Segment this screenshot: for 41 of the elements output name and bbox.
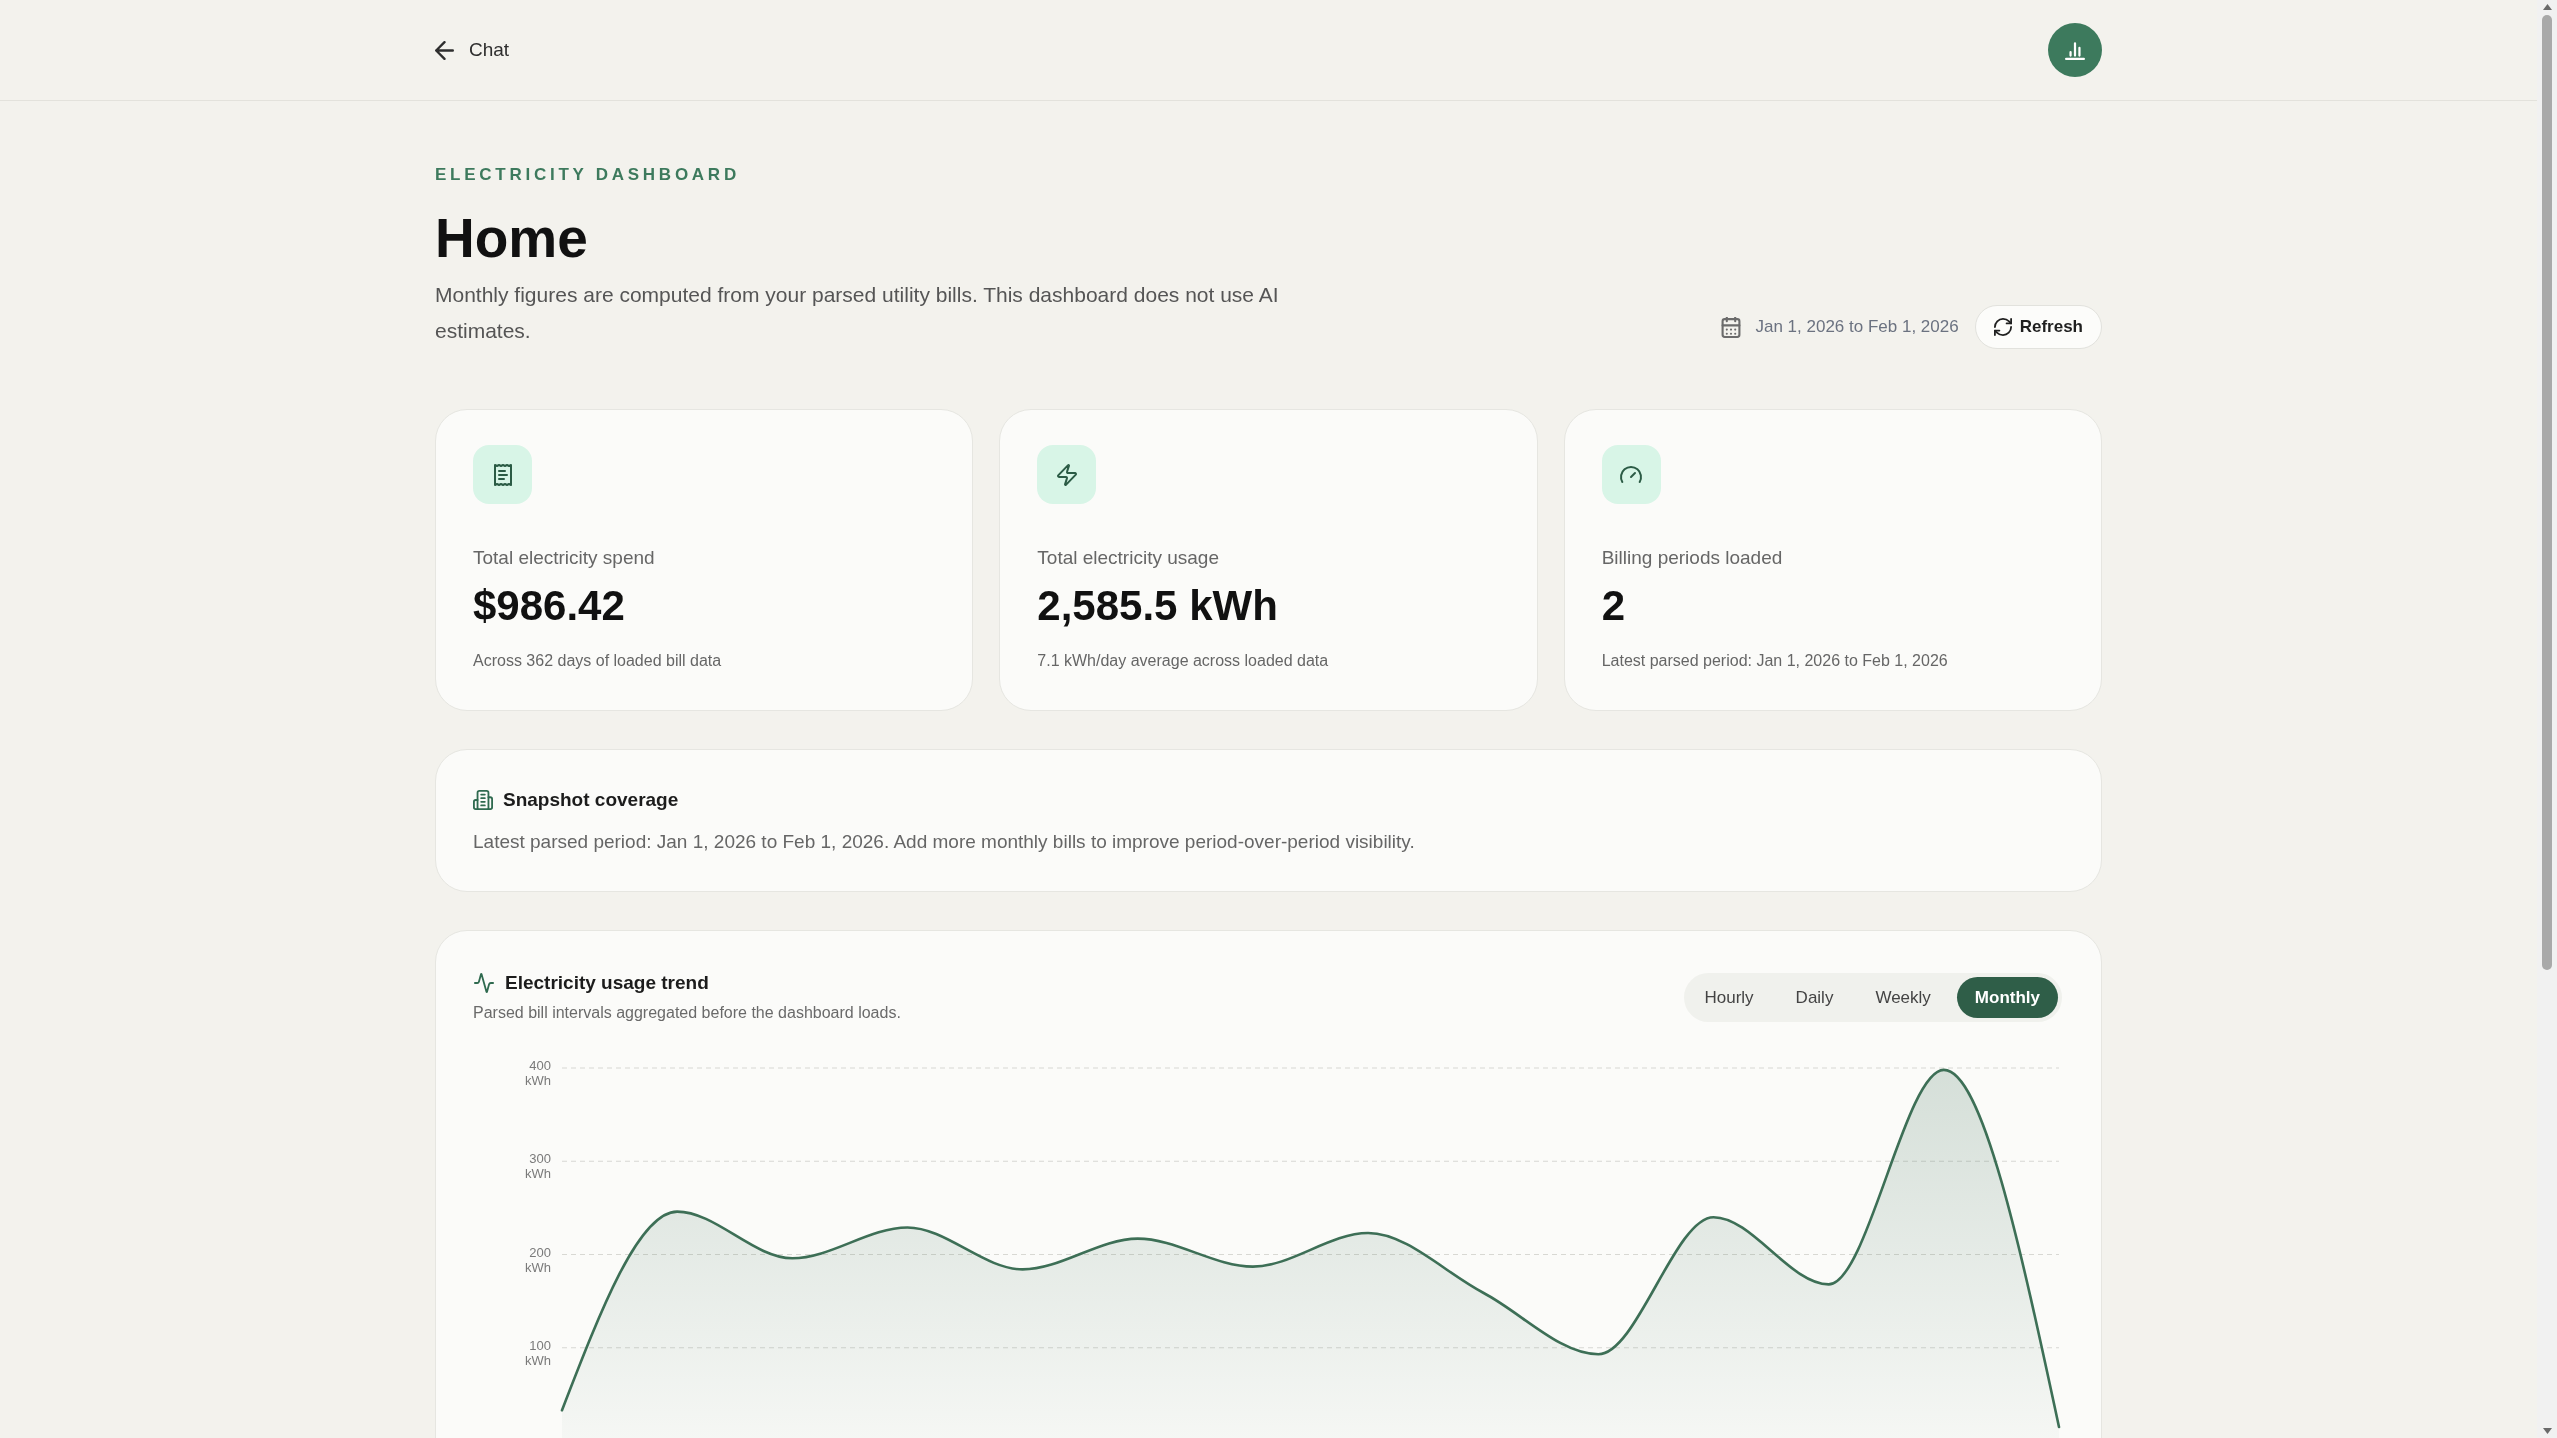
back-link[interactable]: Chat xyxy=(435,35,510,65)
lightning-icon xyxy=(1037,445,1097,504)
card-title: Snapshot coverage xyxy=(503,788,679,812)
bar-chart-icon xyxy=(2065,40,2085,60)
stat-note: 7.1 kWh/day average across loaded data xyxy=(1037,651,1330,671)
building-icon xyxy=(473,790,493,810)
calendar-icon xyxy=(1721,316,1742,338)
axis-label: 300 kWh xyxy=(524,1151,551,1182)
chart-subtitle: Parsed bill intervals aggregated before the dashboard loads. xyxy=(473,1003,901,1023)
page-description: Monthly figures are computed from your parsed utility bills. This dashboard does not use AI estimates. xyxy=(435,282,1280,344)
arrow-left-icon xyxy=(435,40,454,60)
tab[interactable]: Hourly xyxy=(1688,977,1770,1018)
gauge-icon xyxy=(1601,445,1661,504)
axis-label: 200 kWh xyxy=(524,1244,551,1275)
refresh-button[interactable]: Refresh xyxy=(1974,305,2102,349)
stat-value: 2,585.5 kWh xyxy=(1037,581,1279,631)
stat-note: Across 362 days of loaded bill data xyxy=(473,651,723,671)
refresh-icon xyxy=(1993,318,2012,336)
page-title: Home xyxy=(435,206,589,271)
stat-label: Total electricity spend xyxy=(473,546,656,570)
date-range: Jan 1, 2026 to Feb 1, 2026 xyxy=(1755,316,1959,339)
stat-note: Latest parsed period: Jan 1, 2026 to Feb 1, 2026 xyxy=(1601,651,1949,671)
stat-label: Total electricity usage xyxy=(1037,546,1220,570)
tab[interactable]: Monthly xyxy=(1956,977,2058,1018)
axis-label: 100 kWh xyxy=(524,1337,551,1368)
tab[interactable]: Daily xyxy=(1779,977,1850,1018)
scrollbar-thumb[interactable] xyxy=(2542,15,2552,970)
chart-title: Electricity usage trend xyxy=(505,971,709,995)
card-text: Latest parsed period: Jan 1, 2026 to Feb 1, 2026. Add more monthly bills to improve period-over-period visibility. xyxy=(473,830,1416,854)
pulse-icon xyxy=(473,973,495,993)
caret-down-icon[interactable] xyxy=(2542,1428,2552,1434)
axis-label: 400 kWh xyxy=(524,1058,551,1088)
stat-value: 2 xyxy=(1601,581,1626,631)
chart-button[interactable] xyxy=(2048,23,2102,77)
stat-value: $986.42 xyxy=(473,581,626,631)
scrollbar[interactable] xyxy=(2537,0,2557,1438)
receipt-icon xyxy=(473,445,532,504)
tab[interactable]: Weekly xyxy=(1859,977,1947,1018)
stat-label: Billing periods loaded xyxy=(1601,546,1784,570)
caret-up-icon[interactable] xyxy=(2542,4,2552,10)
eyebrow-label: ELECTRICITY DASHBOARD xyxy=(435,164,741,186)
